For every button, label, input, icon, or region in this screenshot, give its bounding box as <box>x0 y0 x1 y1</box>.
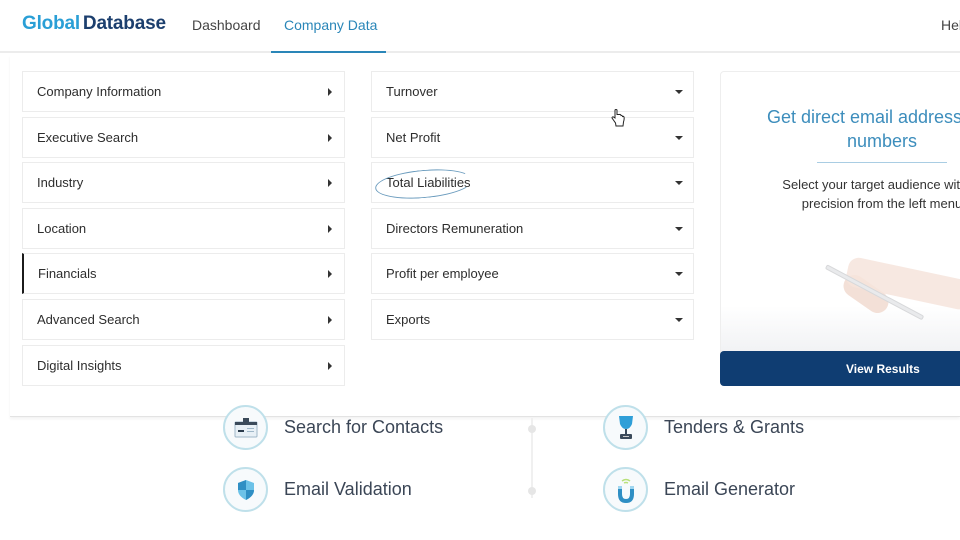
caret-down-icon <box>675 90 683 94</box>
caret-down-icon <box>675 272 683 276</box>
dropdown-directors-remuneration[interactable]: Directors Remuneration <box>371 208 694 249</box>
caret-down-icon <box>675 318 683 322</box>
top-nav-bar: GlobalDatabase Dashboard Company Data He… <box>0 0 960 53</box>
feature-tenders-grants[interactable]: Tenders & Grants <box>603 405 804 450</box>
magnet-icon <box>603 467 648 512</box>
nav-company-data[interactable]: Company Data <box>284 17 377 33</box>
caret-right-icon <box>328 225 332 233</box>
menu-item-label: Company Information <box>37 84 161 99</box>
logo-part-database: Database <box>83 13 166 34</box>
nav-help[interactable]: Hel <box>941 17 960 33</box>
feature-label: Tenders & Grants <box>664 417 804 438</box>
timeline-dot <box>528 487 536 495</box>
feature-label: Search for Contacts <box>284 417 443 438</box>
dropdown-turnover[interactable]: Turnover <box>371 71 694 112</box>
promo-text: Select your target audience with mprecis… <box>721 175 960 213</box>
shield-icon <box>223 467 268 512</box>
hand-cursor-icon <box>611 109 625 127</box>
feature-email-validation[interactable]: Email Validation <box>223 467 412 512</box>
menu-item-location[interactable]: Location <box>22 208 345 249</box>
nav-dashboard[interactable]: Dashboard <box>192 17 261 33</box>
caret-down-icon <box>675 227 683 231</box>
menu-item-label: Financials <box>38 266 97 281</box>
promo-card: Get direct email address andnumbers Sele… <box>720 71 960 386</box>
dropdown-net-profit[interactable]: Net Profit <box>371 117 694 158</box>
menu-item-digital-insights[interactable]: Digital Insights <box>22 345 345 386</box>
tablet-hand-image <box>721 237 960 352</box>
caret-down-icon <box>675 136 683 140</box>
dropdown-exports[interactable]: Exports <box>371 299 694 340</box>
caret-right-icon <box>328 88 332 96</box>
caret-right-icon <box>328 316 332 324</box>
menu-item-label: Advanced Search <box>37 312 140 327</box>
menu-item-company-information[interactable]: Company Information <box>22 71 345 112</box>
menu-item-label: Executive Search <box>37 130 138 145</box>
dropdown-label: Exports <box>386 312 430 327</box>
caret-right-icon <box>328 179 332 187</box>
feature-search-contacts[interactable]: Search for Contacts <box>223 405 443 450</box>
feature-label: Email Validation <box>284 479 412 500</box>
menu-item-executive-search[interactable]: Executive Search <box>22 117 345 158</box>
logo-part-global: Global <box>22 13 80 34</box>
dropdown-label: Net Profit <box>386 130 440 145</box>
caret-right-icon <box>328 134 332 142</box>
menu-item-advanced-search[interactable]: Advanced Search <box>22 299 345 340</box>
menu-item-label: Location <box>37 221 86 236</box>
view-results-button[interactable]: View Results <box>720 351 960 386</box>
logo[interactable]: GlobalDatabase <box>22 13 166 35</box>
dropdown-profit-per-employee[interactable]: Profit per employee <box>371 253 694 294</box>
timeline-dot <box>528 425 536 433</box>
menu-item-financials[interactable]: Financials <box>22 253 345 294</box>
feature-email-generator[interactable]: Email Generator <box>603 467 795 512</box>
caret-right-icon <box>328 270 332 278</box>
active-tab-indicator <box>271 51 386 53</box>
menu-item-label: Digital Insights <box>37 358 122 373</box>
promo-divider <box>817 162 947 163</box>
contact-card-icon <box>223 405 268 450</box>
promo-title: Get direct email address andnumbers <box>721 105 960 153</box>
caret-down-icon <box>675 181 683 185</box>
trophy-icon <box>603 405 648 450</box>
menu-item-label: Industry <box>37 175 83 190</box>
dropdown-label: Directors Remuneration <box>386 221 523 236</box>
feature-label: Email Generator <box>664 479 795 500</box>
dropdown-label: Turnover <box>386 84 438 99</box>
dropdown-label: Profit per employee <box>386 266 499 281</box>
menu-item-industry[interactable]: Industry <box>22 162 345 203</box>
caret-right-icon <box>328 362 332 370</box>
